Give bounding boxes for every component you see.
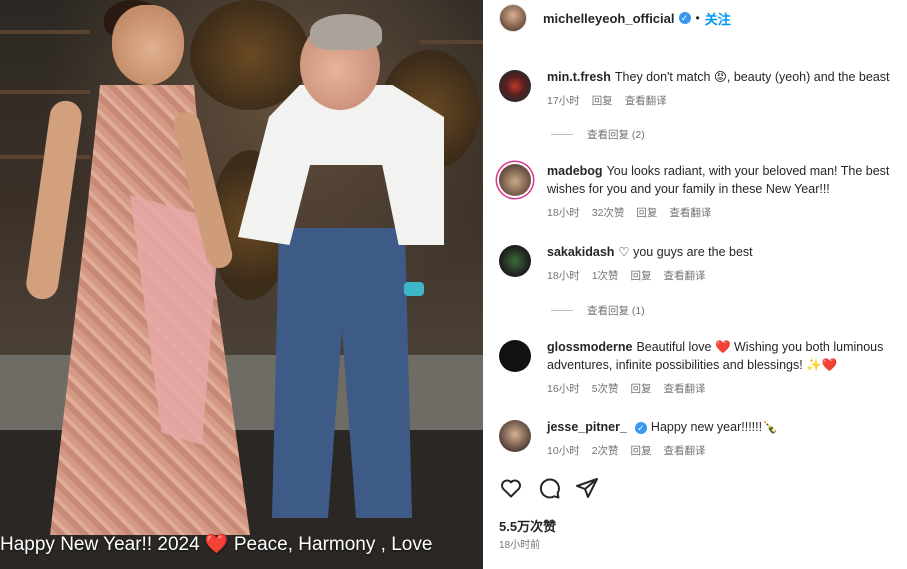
view-replies-button[interactable]: 查看回复 (1) bbox=[551, 303, 645, 318]
woman-face bbox=[112, 5, 184, 85]
comment-body: madebog You looks radiant, with your belo… bbox=[547, 162, 907, 222]
comment-item: glossmoderne Beautiful love ❤️ Wishing yo… bbox=[499, 338, 907, 398]
photo-shelf bbox=[420, 40, 483, 44]
translate-button[interactable]: 查看翻译 bbox=[669, 204, 711, 222]
commenter-avatar[interactable] bbox=[499, 340, 531, 372]
post-like-count[interactable]: 5.5万次赞 bbox=[499, 516, 556, 535]
comment-text: Happy new year!!!!!!🍾 bbox=[650, 420, 778, 434]
replies-divider bbox=[551, 134, 573, 135]
comment-likes[interactable]: 32次赞 bbox=[592, 204, 625, 222]
reply-button[interactable]: 回复 bbox=[631, 380, 652, 398]
comment-item: sakakidash ♡ you guys are the best 18小时 1… bbox=[499, 243, 907, 285]
commenter-avatar[interactable] bbox=[499, 70, 531, 102]
comment-body: min.t.fresh They don't match 😡, beauty (y… bbox=[547, 68, 907, 110]
post-photo[interactable]: Happy New Year!! 2024 ❤️ Peace, Harmony … bbox=[0, 0, 483, 569]
comment-item: madebog You looks radiant, with your belo… bbox=[499, 162, 907, 222]
comment-meta: 16小时 5次赞 回复 查看翻译 bbox=[547, 380, 907, 398]
comment-text: They don't match 😡, beauty (yeoh) and th… bbox=[614, 70, 890, 84]
translate-button[interactable]: 查看翻译 bbox=[664, 267, 706, 285]
reply-button[interactable]: 回复 bbox=[631, 442, 652, 460]
heart-outline-icon[interactable] bbox=[499, 476, 523, 500]
reply-button[interactable]: 回复 bbox=[631, 267, 652, 285]
post-action-bar bbox=[499, 476, 599, 500]
comment-time: 10小时 bbox=[547, 445, 580, 457]
verified-badge-icon: ✓ bbox=[634, 422, 647, 434]
photo-shelf bbox=[0, 90, 90, 94]
commenter-avatar[interactable] bbox=[499, 245, 531, 277]
comment-body: sakakidash ♡ you guys are the best 18小时 1… bbox=[547, 243, 907, 285]
comment-time: 16小时 bbox=[547, 383, 580, 395]
comment-text: ♡ you guys are the best bbox=[618, 245, 753, 259]
comment-meta: 17小时 回复 查看翻译 bbox=[547, 92, 907, 110]
reply-button[interactable]: 回复 bbox=[592, 92, 613, 110]
replies-divider bbox=[551, 310, 573, 311]
reply-button[interactable]: 回复 bbox=[636, 204, 657, 222]
translate-button[interactable]: 查看翻译 bbox=[625, 92, 667, 110]
comment-meta: 18小时 32次赞 回复 查看翻译 bbox=[547, 204, 907, 222]
verified-badge-icon: ✓ bbox=[678, 12, 691, 24]
comment-text-row: madebog You looks radiant, with your belo… bbox=[547, 162, 907, 198]
post-header: michelleyeoh_official ✓ • 关注 bbox=[499, 2, 731, 34]
speech-bubble-icon[interactable] bbox=[537, 476, 561, 500]
view-replies-label: 查看回复 (2) bbox=[587, 129, 645, 141]
comment-body: jesse_pitner_ ✓ Happy new year!!!!!!🍾 10小时… bbox=[547, 418, 907, 460]
comment-username[interactable]: glossmoderne bbox=[547, 340, 632, 354]
man-hair bbox=[310, 14, 382, 50]
owner-username[interactable]: michelleyeoh_official bbox=[543, 11, 675, 26]
follow-button[interactable]: 关注 bbox=[705, 9, 731, 28]
view-replies-label: 查看回复 (1) bbox=[587, 305, 645, 317]
photo-caption: Happy New Year!! 2024 ❤️ Peace, Harmony … bbox=[0, 534, 433, 555]
comment-text-row: sakakidash ♡ you guys are the best bbox=[547, 243, 907, 261]
translate-button[interactable]: 查看翻译 bbox=[664, 380, 706, 398]
comment-time: 18小时 bbox=[547, 270, 580, 282]
separator-dot: • bbox=[695, 11, 700, 25]
comment-item: min.t.fresh They don't match 😡, beauty (y… bbox=[499, 68, 907, 110]
comment-time: 17小时 bbox=[547, 95, 580, 107]
comment-meta: 10小时 2次赞 回复 查看翻译 bbox=[547, 442, 907, 460]
comment-time: 18小时 bbox=[547, 207, 580, 219]
commenter-avatar[interactable] bbox=[499, 420, 531, 452]
comment-username[interactable]: madebog bbox=[547, 164, 603, 178]
comment-text-row: min.t.fresh They don't match 😡, beauty (y… bbox=[547, 68, 907, 86]
commenter-avatar[interactable] bbox=[499, 164, 531, 196]
comment-item: jesse_pitner_ ✓ Happy new year!!!!!!🍾 10小时… bbox=[499, 418, 907, 460]
comment-body: glossmoderne Beautiful love ❤️ Wishing yo… bbox=[547, 338, 907, 398]
comment-meta: 18小时 1次赞 回复 查看翻译 bbox=[547, 267, 907, 285]
comment-username[interactable]: jesse_pitner_ bbox=[547, 420, 627, 434]
post-timestamp: 18小时前 bbox=[499, 540, 541, 551]
translate-button[interactable]: 查看翻译 bbox=[664, 442, 706, 460]
paper-plane-icon[interactable] bbox=[575, 476, 599, 500]
comment-username[interactable]: min.t.fresh bbox=[547, 70, 611, 84]
comment-likes[interactable]: 1次赞 bbox=[592, 267, 619, 285]
comment-username[interactable]: sakakidash bbox=[547, 245, 614, 259]
post-panel: michelleyeoh_official ✓ • 关注 min.t.fresh… bbox=[483, 0, 907, 569]
photo-shelf bbox=[0, 30, 90, 34]
comment-text-row: jesse_pitner_ ✓ Happy new year!!!!!!🍾 bbox=[547, 418, 907, 436]
owner-avatar[interactable] bbox=[499, 4, 527, 32]
smartwatch bbox=[404, 282, 424, 296]
comment-likes[interactable]: 2次赞 bbox=[592, 442, 619, 460]
view-replies-button[interactable]: 查看回复 (2) bbox=[551, 127, 645, 142]
comment-text-row: glossmoderne Beautiful love ❤️ Wishing yo… bbox=[547, 338, 907, 374]
comment-likes[interactable]: 5次赞 bbox=[592, 380, 619, 398]
